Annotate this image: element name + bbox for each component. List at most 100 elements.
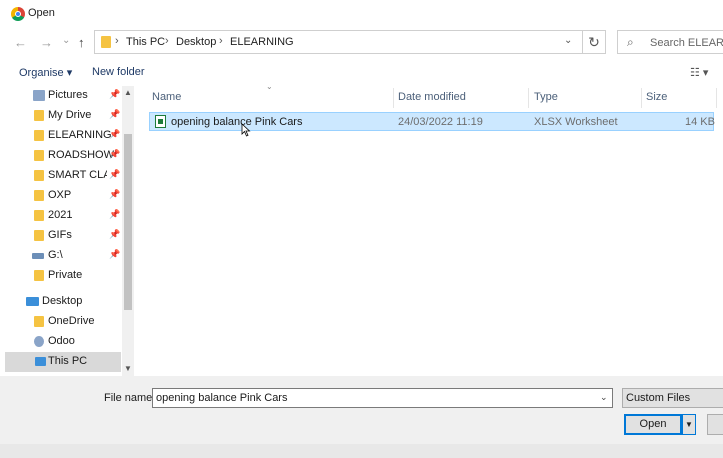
file-type-filter[interactable]: Custom Files [622, 388, 723, 408]
file-type-filter-value[interactable]: Custom Files [626, 392, 690, 404]
sidebar-item-label: Desktop [42, 295, 83, 307]
breadcrumb-desktop[interactable]: Desktop [176, 36, 216, 48]
pin-icon: 📌 [109, 189, 121, 199]
pin-icon: 📌 [109, 89, 121, 99]
file-date: 24/03/2022 11:19 [398, 116, 483, 128]
search-box[interactable]: ⌕ Search ELEARNING [617, 30, 723, 54]
folder-icon [34, 190, 44, 201]
open-button[interactable]: Open [624, 414, 682, 435]
column-divider[interactable] [528, 88, 529, 108]
column-type[interactable]: Type [534, 91, 558, 103]
sidebar-item-oxp[interactable]: OXP 📌 [0, 186, 122, 206]
sidebar-item-private[interactable]: Private [0, 266, 122, 286]
folder-icon [34, 130, 44, 141]
sidebar-item-label: This PC [48, 355, 88, 367]
folder-icon [34, 210, 44, 221]
back-arrow-icon[interactable]: ← [14, 36, 27, 50]
sidebar-item-onedrive[interactable]: OneDrive [0, 312, 122, 332]
sidebar-item-label: Pictures [48, 89, 88, 101]
breadcrumb-elearning[interactable]: ELEARNING [230, 36, 294, 48]
breadcrumb-this-pc[interactable]: This PC [126, 36, 165, 48]
sidebar-item-label: 2021 [48, 209, 73, 221]
sidebar-item-label: ELEARNING [48, 129, 112, 141]
folder-icon [34, 230, 44, 241]
view-options-icon[interactable]: ☷ ▾ [690, 66, 708, 79]
user-folder-icon [34, 336, 44, 347]
network-drive-icon [32, 253, 44, 259]
pin-icon: 📌 [109, 249, 121, 259]
address-bar[interactable]: › This PC › Desktop › ELEARNING ⌄ [94, 30, 583, 54]
search-icon: ⌕ [627, 35, 634, 49]
sidebar-item-label: Private [48, 269, 83, 281]
breadcrumb-separator: › [165, 35, 169, 47]
excel-file-icon [155, 115, 166, 128]
pin-icon: 📌 [109, 229, 121, 239]
column-header-row: Name Date modified Type Size [136, 86, 723, 108]
sidebar-item-label: Odoo [48, 335, 75, 347]
chevron-down-icon[interactable]: ⌄ [564, 35, 572, 46]
column-name[interactable]: Name [152, 91, 181, 103]
sidebar-item-label: ROADSHOW [48, 149, 114, 161]
pin-icon: 📌 [109, 109, 121, 119]
up-arrow-icon[interactable]: ↑ [78, 36, 85, 50]
forward-arrow-icon[interactable]: → [40, 36, 53, 50]
chrome-icon [11, 7, 25, 21]
sidebar-item-g-drive[interactable]: G:\ 📌 [0, 246, 122, 266]
title-bar: Open [0, 0, 723, 28]
pictures-icon [33, 90, 45, 101]
sidebar-item-label: My Drive [48, 109, 92, 121]
mouse-cursor-icon [241, 123, 251, 137]
sidebar-item-smart-class[interactable]: SMART CLASS 📌 [0, 166, 122, 186]
pin-icon: 📌 [109, 209, 121, 219]
file-name-value[interactable]: opening balance Pink Cars [156, 392, 287, 404]
sidebar-item-elearning[interactable]: ELEARNING 📌 [0, 126, 122, 146]
pin-icon: 📌 [109, 149, 121, 159]
window-bottom-edge [0, 444, 723, 458]
scrollbar-thumb[interactable] [124, 134, 132, 310]
folder-icon [34, 110, 44, 121]
sidebar-item-odoo[interactable]: Odoo [0, 332, 122, 352]
column-divider[interactable] [641, 88, 642, 108]
cancel-button[interactable] [707, 414, 723, 435]
sidebar-item-label: SMART CLASS [48, 169, 107, 181]
navigation-scrollbar[interactable]: ▲ ▼ [122, 86, 134, 376]
navigation-pane: Pictures 📌 My Drive 📌 ELEARNING 📌 ROADSH… [0, 86, 122, 376]
search-input[interactable]: Search ELEARNING [650, 37, 723, 49]
folder-icon [34, 270, 44, 281]
sidebar-item-roadshow[interactable]: ROADSHOW 📌 [0, 146, 122, 166]
column-size[interactable]: Size [646, 91, 667, 103]
recent-locations-icon[interactable]: ⌄ [62, 34, 70, 48]
pin-icon: 📌 [109, 129, 121, 139]
file-name: opening balance Pink Cars [171, 116, 303, 128]
new-folder-button[interactable]: New folder [92, 66, 145, 78]
sidebar-item-gifs[interactable]: GIFs 📌 [0, 226, 122, 246]
desktop-icon [26, 297, 39, 306]
file-name-label: File name: [104, 392, 156, 404]
sidebar-item-desktop[interactable]: Desktop [0, 292, 122, 312]
column-divider[interactable] [716, 88, 717, 108]
breadcrumb-separator: › [219, 35, 223, 47]
sidebar-item-this-pc[interactable]: This PC [5, 352, 121, 372]
breadcrumb-separator: › [115, 35, 119, 47]
file-name-field[interactable]: opening balance Pink Cars ⌄ [152, 388, 613, 408]
sidebar-item-2021[interactable]: 2021 📌 [0, 206, 122, 226]
command-toolbar: Organise ▾ New folder ☷ ▾ [0, 60, 723, 85]
organise-button[interactable]: Organise ▾ [19, 66, 72, 79]
chevron-down-icon[interactable]: ⌄ [600, 392, 608, 403]
table-row[interactable]: opening balance Pink Cars 24/03/2022 11:… [149, 112, 715, 131]
open-options-dropdown[interactable]: ▼ [682, 414, 696, 435]
scroll-down-icon[interactable]: ▼ [124, 364, 132, 373]
column-divider[interactable] [393, 88, 394, 108]
column-date-modified[interactable]: Date modified [398, 91, 466, 103]
file-type: XLSX Worksheet [534, 116, 618, 128]
refresh-button[interactable]: ↻ [583, 30, 606, 54]
sidebar-item-label: G:\ [48, 249, 63, 261]
computer-icon [35, 357, 46, 366]
sidebar-item-my-drive[interactable]: My Drive 📌 [0, 106, 122, 126]
sidebar-item-label: OneDrive [48, 315, 95, 327]
sidebar-item-pictures[interactable]: Pictures 📌 [0, 86, 122, 106]
folder-icon [34, 316, 44, 327]
scroll-up-icon[interactable]: ▲ [124, 88, 132, 97]
folder-icon [34, 150, 44, 161]
pin-icon: 📌 [109, 169, 121, 179]
